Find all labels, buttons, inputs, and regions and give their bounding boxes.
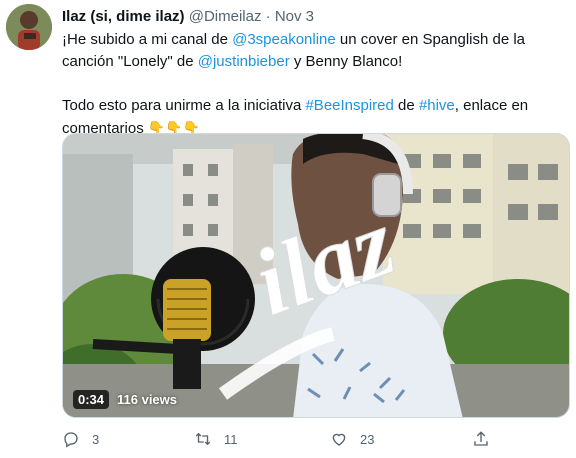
text-segment: un cover en Spanglish de la: [335, 31, 526, 48]
text-segment: Todo esto para unirme a la iniciativa: [62, 97, 306, 114]
text-segment: de: [393, 97, 419, 114]
text-segment: , enlace en: [454, 97, 529, 114]
view-count: 116 views: [117, 392, 177, 407]
retweet-button[interactable]: 11: [194, 430, 238, 448]
share-button[interactable]: [472, 430, 490, 448]
separator-dot: ·: [265, 8, 271, 25]
like-button[interactable]: 23: [330, 430, 374, 448]
reply-icon: [64, 432, 78, 448]
text-segment: ¡He subido a mi canal de: [62, 31, 233, 48]
video-frame: ilaz: [63, 134, 569, 417]
user-handle[interactable]: @Dimeilaz: [189, 8, 262, 25]
avatar[interactable]: [6, 4, 52, 50]
reply-button[interactable]: 3: [62, 430, 99, 448]
share-icon: [474, 431, 488, 446]
like-icon: [332, 433, 346, 446]
reply-count: 3: [92, 431, 100, 447]
tweet-actions: 3 11 23: [62, 430, 502, 450]
like-count: 23: [360, 431, 375, 447]
tweet-header: Ilaz (si, dime ilaz) @Dimeilaz · Nov 3: [62, 8, 314, 25]
retweet-icon: [195, 432, 211, 446]
mention-link[interactable]: @3speakonline: [232, 31, 336, 48]
hashtag-link[interactable]: #hive: [419, 97, 455, 114]
video-duration: 0:34: [73, 390, 110, 409]
retweet-count: 11: [224, 431, 238, 447]
text-segment: canción "Lonely" de: [62, 53, 198, 70]
tweet-date[interactable]: Nov 3: [275, 8, 314, 25]
video-player[interactable]: ilaz 0:34 116 views: [62, 133, 570, 418]
mention-link[interactable]: @justinbieber: [198, 53, 290, 70]
hashtag-link[interactable]: #BeeInspired: [305, 97, 393, 114]
tweet-text: ¡He subido a mi canal de @3speakonline u…: [62, 29, 562, 140]
display-name[interactable]: Ilaz (si, dime ilaz): [62, 8, 185, 25]
text-segment: y Benny Blanco!: [289, 53, 403, 70]
